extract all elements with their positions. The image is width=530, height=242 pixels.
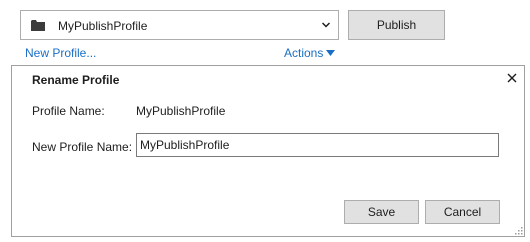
new-profile-name-input[interactable] xyxy=(136,133,499,157)
resize-grip-icon[interactable] xyxy=(514,226,523,235)
publish-button[interactable]: Publish xyxy=(348,10,445,40)
cancel-button[interactable]: Cancel xyxy=(425,200,500,224)
folder-icon xyxy=(31,20,45,31)
new-profile-name-label: New Profile Name: xyxy=(32,140,133,154)
rename-profile-dialog: Rename Profile Profile Name: MyPublishPr… xyxy=(11,65,525,237)
actions-menu-link[interactable]: Actions xyxy=(284,46,336,60)
chevron-down-icon xyxy=(322,22,330,28)
save-button[interactable]: Save xyxy=(344,200,419,224)
selected-profile-text: MyPublishProfile xyxy=(58,19,148,33)
dialog-title: Rename Profile xyxy=(32,73,120,87)
profile-name-label: Profile Name: xyxy=(32,104,105,118)
new-profile-link[interactable]: New Profile... xyxy=(25,46,96,60)
close-icon[interactable] xyxy=(507,73,517,83)
profile-dropdown[interactable]: MyPublishProfile xyxy=(20,10,339,40)
triangle-down-icon xyxy=(326,50,336,56)
profile-name-value: MyPublishProfile xyxy=(136,104,226,118)
actions-label: Actions xyxy=(284,46,324,60)
